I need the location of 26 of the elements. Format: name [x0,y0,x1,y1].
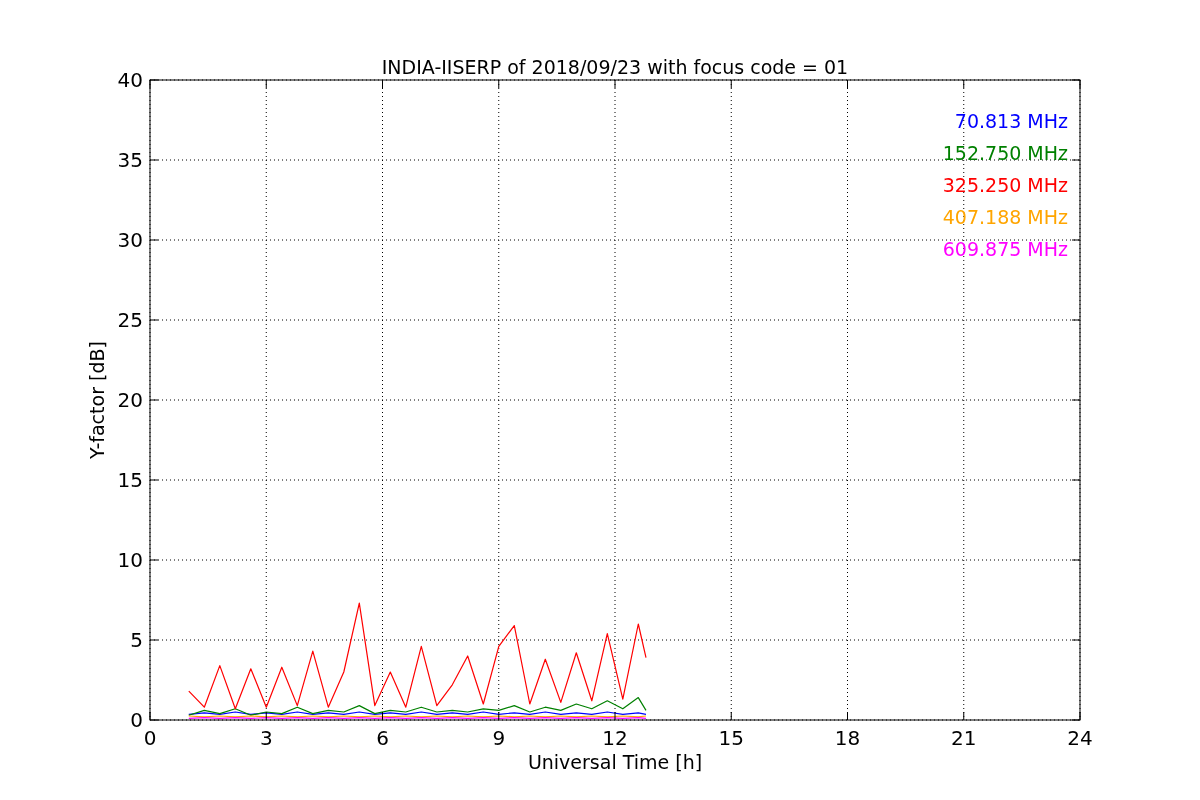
axis-title: Universal Time [h] [527,751,703,773]
legend-label: 70.813 MHz [954,110,1068,132]
tick-label: 40 [117,68,143,92]
tick-label: 30 [117,228,143,252]
tick-label: 0 [130,708,143,732]
tick-label: 24 [1067,726,1093,750]
tick-label: 3 [259,726,273,750]
tick-label: 21 [951,726,977,750]
tick-label: 12 [602,726,628,750]
legend-label: 609.875 MHz [942,238,1068,260]
tick-label: 15 [117,468,143,492]
tick-label: 20 [117,388,143,412]
tick-label: 18 [834,726,861,750]
tick-label: 35 [117,148,143,172]
axis-title: Y-factor [dB] [86,341,108,459]
tick-label: 10 [117,548,143,572]
legend-label: 325.250 MHz [942,174,1068,196]
legend-label: 407.188 MHz [942,206,1068,228]
tick-label: 9 [492,726,506,750]
tick-label: 5 [130,628,143,652]
tick-label: 15 [718,726,744,750]
legend-label: 152.750 MHz [942,142,1068,164]
tick-label: 25 [117,308,143,332]
tick-label: 0 [143,726,157,750]
tick-label: 6 [376,726,389,750]
chart-title: INDIA-IISERP of 2018/09/23 with focus code = 01 [381,56,849,78]
